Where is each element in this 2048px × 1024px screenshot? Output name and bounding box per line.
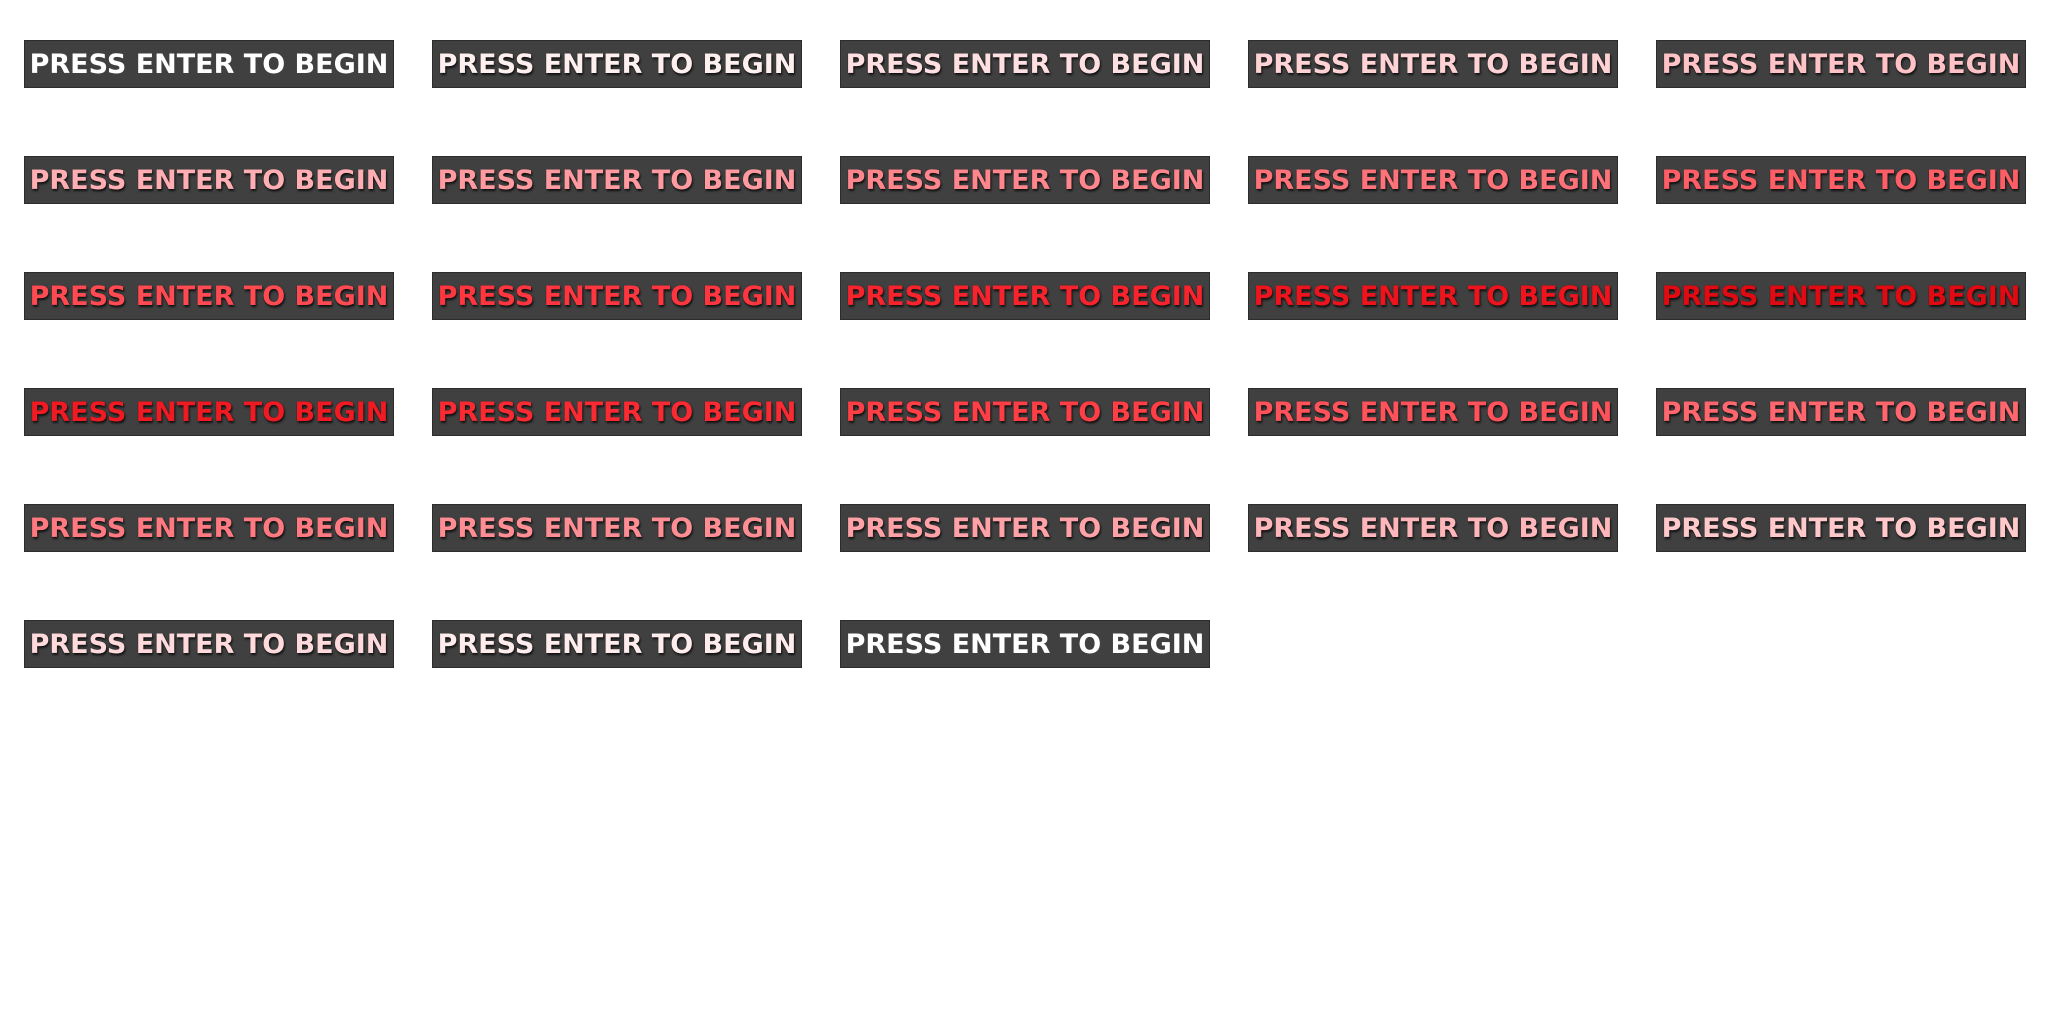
press-enter-text: PRESS ENTER TO BEGIN: [1253, 512, 1613, 544]
press-enter-text: PRESS ENTER TO BEGIN: [29, 396, 389, 428]
press-enter-frame: PRESS ENTER TO BEGIN: [840, 272, 1210, 320]
press-enter-frame: PRESS ENTER TO BEGIN: [432, 504, 802, 552]
press-enter-frame: PRESS ENTER TO BEGIN: [840, 156, 1210, 204]
press-enter-frame: PRESS ENTER TO BEGIN: [1248, 504, 1618, 552]
press-enter-text: PRESS ENTER TO BEGIN: [29, 164, 389, 196]
press-enter-text: PRESS ENTER TO BEGIN: [437, 512, 797, 544]
press-enter-text: PRESS ENTER TO BEGIN: [1253, 48, 1613, 80]
press-enter-frame: PRESS ENTER TO BEGIN: [24, 388, 394, 436]
press-enter-text: PRESS ENTER TO BEGIN: [437, 396, 797, 428]
press-enter-frame: PRESS ENTER TO BEGIN: [840, 388, 1210, 436]
press-enter-text: PRESS ENTER TO BEGIN: [1661, 280, 2021, 312]
press-enter-frame: PRESS ENTER TO BEGIN: [24, 156, 394, 204]
press-enter-frame: PRESS ENTER TO BEGIN: [1248, 272, 1618, 320]
press-enter-text: PRESS ENTER TO BEGIN: [1661, 512, 2021, 544]
press-enter-text: PRESS ENTER TO BEGIN: [29, 512, 389, 544]
press-enter-frame: PRESS ENTER TO BEGIN: [1656, 272, 2026, 320]
press-enter-frame: PRESS ENTER TO BEGIN: [1656, 156, 2026, 204]
press-enter-frame: PRESS ENTER TO BEGIN: [840, 504, 1210, 552]
press-enter-frame: PRESS ENTER TO BEGIN: [1248, 40, 1618, 88]
press-enter-frame: PRESS ENTER TO BEGIN: [840, 40, 1210, 88]
press-enter-frame: PRESS ENTER TO BEGIN: [1656, 40, 2026, 88]
press-enter-frame: PRESS ENTER TO BEGIN: [1656, 388, 2026, 436]
press-enter-frame: PRESS ENTER TO BEGIN: [24, 620, 394, 668]
sprite-sheet: PRESS ENTER TO BEGIN PRESS ENTER TO BEGIN…: [0, 0, 2048, 1024]
press-enter-text: PRESS ENTER TO BEGIN: [1253, 280, 1613, 312]
press-enter-text: PRESS ENTER TO BEGIN: [29, 628, 389, 660]
press-enter-text: PRESS ENTER TO BEGIN: [845, 396, 1205, 428]
press-enter-text: PRESS ENTER TO BEGIN: [845, 512, 1205, 544]
press-enter-frame: PRESS ENTER TO BEGIN: [1248, 156, 1618, 204]
press-enter-text: PRESS ENTER TO BEGIN: [437, 48, 797, 80]
press-enter-frame: PRESS ENTER TO BEGIN: [1656, 504, 2026, 552]
press-enter-text: PRESS ENTER TO BEGIN: [845, 628, 1205, 660]
press-enter-text: PRESS ENTER TO BEGIN: [1661, 396, 2021, 428]
press-enter-frame: PRESS ENTER TO BEGIN: [840, 620, 1210, 668]
press-enter-frame: PRESS ENTER TO BEGIN: [432, 156, 802, 204]
press-enter-text: PRESS ENTER TO BEGIN: [437, 164, 797, 196]
press-enter-text: PRESS ENTER TO BEGIN: [1661, 164, 2021, 196]
press-enter-frame: PRESS ENTER TO BEGIN: [24, 40, 394, 88]
press-enter-frame: PRESS ENTER TO BEGIN: [24, 504, 394, 552]
press-enter-text: PRESS ENTER TO BEGIN: [1253, 396, 1613, 428]
press-enter-frame: PRESS ENTER TO BEGIN: [432, 272, 802, 320]
press-enter-frame: PRESS ENTER TO BEGIN: [432, 40, 802, 88]
press-enter-text: PRESS ENTER TO BEGIN: [1661, 48, 2021, 80]
press-enter-frame: PRESS ENTER TO BEGIN: [432, 620, 802, 668]
press-enter-text: PRESS ENTER TO BEGIN: [845, 48, 1205, 80]
press-enter-frame: PRESS ENTER TO BEGIN: [432, 388, 802, 436]
press-enter-frame: PRESS ENTER TO BEGIN: [1248, 388, 1618, 436]
press-enter-text: PRESS ENTER TO BEGIN: [437, 280, 797, 312]
press-enter-text: PRESS ENTER TO BEGIN: [437, 628, 797, 660]
press-enter-text: PRESS ENTER TO BEGIN: [845, 280, 1205, 312]
press-enter-text: PRESS ENTER TO BEGIN: [29, 280, 389, 312]
press-enter-text: PRESS ENTER TO BEGIN: [29, 48, 389, 80]
press-enter-frame: PRESS ENTER TO BEGIN: [24, 272, 394, 320]
press-enter-text: PRESS ENTER TO BEGIN: [845, 164, 1205, 196]
press-enter-text: PRESS ENTER TO BEGIN: [1253, 164, 1613, 196]
